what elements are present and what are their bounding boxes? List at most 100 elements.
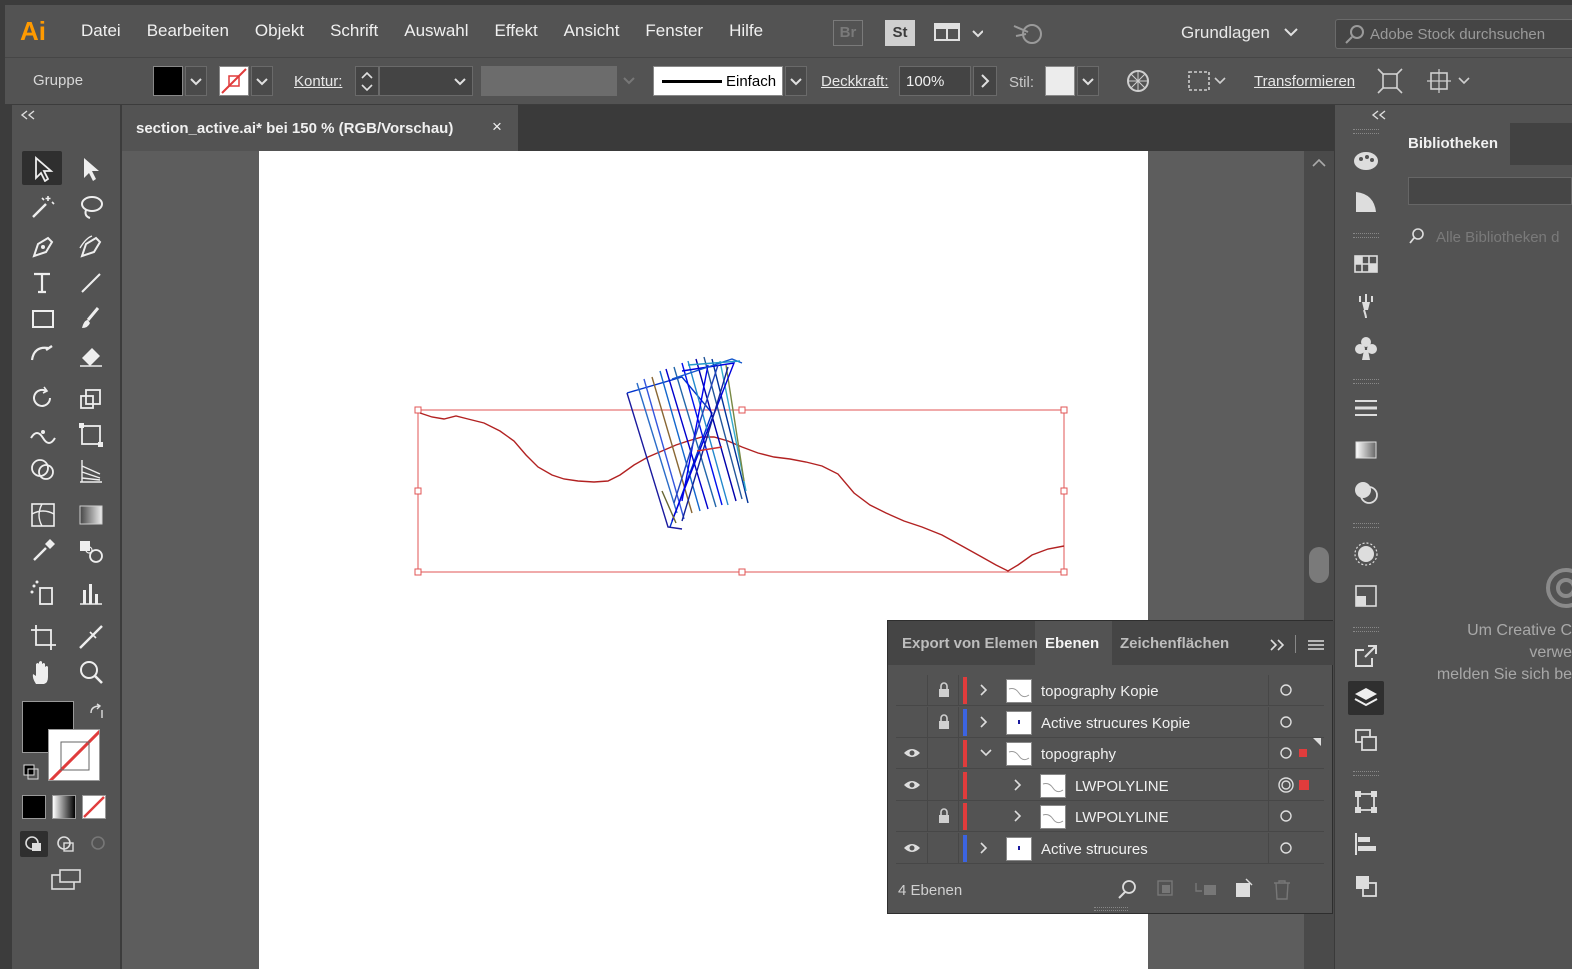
target-column[interactable] (1268, 738, 1324, 769)
symbol-sprayer-tool[interactable] (22, 575, 62, 609)
dock-grip[interactable] (1353, 129, 1379, 134)
layer-name[interactable]: topography (1041, 746, 1116, 763)
color-panel-button[interactable] (1348, 143, 1384, 177)
color-guide-button[interactable] (1348, 185, 1384, 219)
menu-bearbeiten[interactable]: Bearbeiten (134, 5, 242, 57)
rectangle-tool[interactable] (22, 301, 62, 335)
target-column[interactable] (1268, 801, 1324, 832)
direct-selection-tool[interactable] (70, 151, 110, 185)
library-select[interactable] (1408, 177, 1572, 205)
menu-effekt[interactable]: Effekt (482, 5, 551, 57)
swatches-button[interactable] (1348, 247, 1384, 281)
menu-hilfe[interactable]: Hilfe (716, 5, 776, 57)
visibility-toggle[interactable] (896, 707, 928, 738)
layer-name[interactable]: Active strucures (1041, 841, 1148, 858)
visibility-toggle[interactable] (896, 738, 928, 769)
target-column[interactable] (1268, 833, 1324, 864)
layer-row[interactable]: Active strucures Kopie (896, 707, 1324, 738)
layer-name[interactable]: LWPOLYLINE (1075, 809, 1169, 826)
chevron-down-icon[interactable] (978, 738, 994, 769)
lock-toggle[interactable] (929, 675, 959, 706)
workspace-switcher[interactable]: Grundlagen (1181, 23, 1299, 43)
selection-tool[interactable] (22, 151, 62, 185)
visibility-toggle[interactable] (896, 770, 928, 801)
layers-button[interactable] (1348, 681, 1384, 715)
column-graph-tool[interactable] (70, 575, 110, 609)
width-tool[interactable] (22, 417, 62, 451)
dock-grip[interactable] (1353, 627, 1379, 632)
layer-row[interactable]: topography Kopie (896, 675, 1324, 706)
menu-auswahl[interactable]: Auswahl (391, 5, 481, 57)
menu-ansicht[interactable]: Ansicht (551, 5, 633, 57)
recolor-artwork-button[interactable] (1123, 66, 1155, 96)
collapse-panel-icon[interactable] (1369, 109, 1389, 121)
gradient-panel-button[interactable] (1348, 433, 1384, 467)
paintbrush-tool[interactable] (70, 301, 110, 335)
draw-inside-button[interactable] (84, 831, 112, 857)
trash-icon[interactable] (1270, 877, 1294, 901)
layer-row[interactable]: LWPOLYLINE (896, 801, 1324, 832)
chevron-right-icon[interactable] (976, 675, 992, 706)
lock-toggle[interactable] (929, 801, 959, 832)
hand-tool[interactable] (22, 655, 62, 689)
artboard-tool[interactable] (22, 619, 62, 653)
swap-colors-icon[interactable] (88, 703, 106, 721)
appearance-button[interactable] (1348, 537, 1384, 571)
graphic-styles-button[interactable] (1348, 579, 1384, 613)
layer-name[interactable]: Active strucures Kopie (1041, 715, 1190, 732)
double-chevron-right-icon[interactable] (1268, 637, 1288, 653)
active-structures[interactable] (626, 356, 749, 530)
lock-toggle[interactable] (929, 833, 959, 864)
graphic-style-dropdown[interactable] (1077, 66, 1099, 96)
opacity-field[interactable]: 100% (899, 66, 971, 96)
eyedropper-tool[interactable] (22, 533, 62, 567)
dock-grip[interactable] (1353, 523, 1379, 528)
opacity-slider-button[interactable] (973, 66, 997, 96)
layer-name[interactable]: LWPOLYLINE (1075, 778, 1169, 795)
free-transform-tool[interactable] (70, 417, 110, 451)
topography-line[interactable] (419, 412, 1065, 572)
lock-toggle[interactable] (929, 707, 959, 738)
default-colors-icon[interactable] (22, 763, 40, 781)
target-column[interactable] (1268, 707, 1324, 738)
type-tool[interactable] (22, 265, 62, 299)
tab-artboards[interactable]: Zeichenflächen (1120, 635, 1229, 652)
scale-tool[interactable] (70, 381, 110, 415)
transform-link[interactable]: Transformieren (1254, 73, 1355, 90)
stroke-swatch[interactable] (219, 66, 249, 96)
brush-definition-field[interactable]: Einfach (653, 66, 783, 96)
shaper-tool[interactable] (22, 337, 62, 371)
mesh-tool[interactable] (22, 497, 62, 531)
brushes-button[interactable] (1348, 289, 1384, 323)
variable-width-profile[interactable] (481, 66, 617, 96)
visibility-toggle[interactable] (896, 801, 928, 832)
layer-row[interactable]: LWPOLYLINE (896, 770, 1324, 801)
panel-menu-icon[interactable] (1306, 637, 1326, 653)
transparency-button[interactable] (1348, 475, 1384, 509)
chevron-right-icon[interactable] (1010, 770, 1026, 801)
align-to-button[interactable] (1183, 66, 1229, 96)
tab-asset-export[interactable]: Export von Elemen (902, 635, 1038, 652)
stroke-color-swatch[interactable] (48, 729, 100, 781)
collapse-panel-icon[interactable] (18, 109, 38, 121)
resize-grip[interactable] (1094, 907, 1128, 911)
create-sublayer-icon[interactable] (1192, 877, 1220, 901)
curvature-tool[interactable] (70, 229, 110, 263)
layer-row[interactable]: Active strucures (896, 833, 1324, 864)
dock-grip[interactable] (1353, 233, 1379, 238)
visibility-toggle[interactable] (896, 833, 928, 864)
stock-button[interactable]: St (885, 20, 915, 46)
locate-object-search-icon[interactable] (1116, 877, 1140, 901)
artboards-button[interactable] (1348, 723, 1384, 757)
stroke-weight-stepper[interactable] (355, 66, 379, 96)
opacity-label[interactable]: Deckkraft: (821, 73, 889, 90)
puppet-warp-button[interactable] (1425, 66, 1473, 96)
tab-layers[interactable]: Ebenen (1045, 635, 1099, 652)
stock-search-input[interactable] (1370, 24, 1570, 44)
none-mode-button[interactable] (82, 795, 106, 819)
stroke-dropdown[interactable] (251, 66, 273, 96)
gradient-mode-button[interactable] (52, 795, 76, 819)
layer-row[interactable]: topography (896, 738, 1324, 769)
scrollbar-thumb[interactable] (1309, 547, 1329, 583)
stock-search-box[interactable] (1335, 19, 1572, 49)
